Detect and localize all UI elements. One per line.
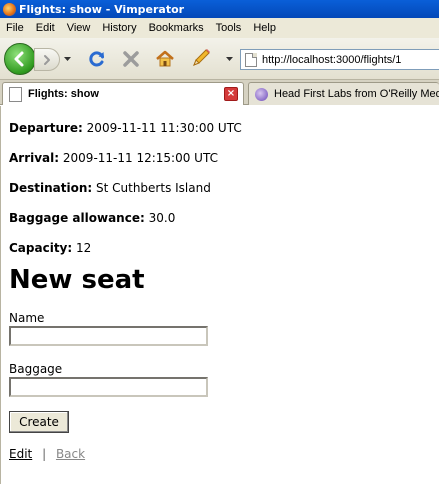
baggage-allowance-field: Baggage allowance: 30.0 [9, 211, 175, 225]
tab-label: Flights: show [28, 88, 99, 100]
back-button[interactable] [4, 43, 36, 75]
back-link[interactable]: Back [56, 447, 85, 461]
tab-flights-show[interactable]: Flights: show × [2, 82, 244, 105]
capacity-field: Capacity: 12 [9, 241, 91, 255]
page-icon [245, 52, 257, 67]
home-button[interactable] [154, 48, 176, 70]
arrival-field: Arrival: 2009-11-11 12:15:00 UTC [9, 151, 218, 165]
window-titlebar: Flights: show - Vimperator [0, 0, 439, 18]
create-button[interactable]: Create [9, 411, 69, 433]
page-icon [9, 86, 22, 102]
navigation-toolbar: http://localhost:3000/flights/1 [0, 38, 439, 80]
firefox-icon [3, 2, 16, 16]
destination-value: St Cuthberts Island [96, 181, 211, 195]
page-links: Edit | Back [9, 447, 85, 461]
history-dropdown-button[interactable] [62, 52, 72, 66]
menu-tools[interactable]: Tools [210, 22, 248, 34]
departure-label: Departure: [9, 121, 83, 135]
brain-icon [255, 87, 268, 101]
arrow-left-icon [14, 51, 24, 67]
baggage-allowance-label: Baggage allowance: [9, 211, 145, 225]
name-input[interactable] [9, 326, 208, 346]
arrow-right-icon [44, 54, 50, 65]
baggage-input[interactable] [9, 377, 208, 397]
forward-button[interactable] [34, 48, 60, 71]
tab-head-first-labs[interactable]: Head First Labs from O'Reilly Media [248, 82, 439, 105]
arrival-value: 2009-11-11 12:15:00 UTC [62, 151, 218, 165]
menu-history[interactable]: History [96, 22, 142, 34]
page-heading: New seat [9, 265, 145, 295]
stop-button[interactable] [120, 48, 142, 70]
destination-label: Destination: [9, 181, 93, 195]
page-content: Departure: 2009-11-11 11:30:00 UTC Arriv… [0, 106, 439, 484]
edit-pencil-button[interactable] [189, 46, 213, 70]
reload-button[interactable] [86, 48, 108, 70]
menu-view[interactable]: View [61, 22, 97, 34]
departure-field: Departure: 2009-11-11 11:30:00 UTC [9, 121, 242, 135]
arrival-label: Arrival: [9, 151, 60, 165]
edit-link[interactable]: Edit [9, 447, 32, 461]
capacity-label: Capacity: [9, 241, 73, 255]
tab-strip: Flights: show × Head First Labs from O'R… [0, 80, 439, 105]
menu-file[interactable]: File [0, 22, 30, 34]
chevron-down-icon [63, 56, 71, 61]
close-tab-icon[interactable]: × [224, 87, 238, 101]
link-separator: | [42, 447, 47, 461]
menu-edit[interactable]: Edit [30, 22, 61, 34]
reload-icon [89, 51, 104, 67]
departure-value: 2009-11-11 11:30:00 UTC [86, 121, 242, 135]
name-label: Name [9, 311, 45, 325]
window-title: Flights: show - Vimperator [19, 2, 185, 16]
menu-bar: File Edit View History Bookmarks Tools H… [0, 18, 439, 38]
baggage-allowance-value: 30.0 [148, 211, 176, 225]
chevron-down-icon [225, 56, 233, 61]
address-bar[interactable]: http://localhost:3000/flights/1 [240, 49, 439, 70]
capacity-value: 12 [76, 241, 92, 255]
home-icon [156, 50, 174, 67]
menu-help[interactable]: Help [247, 22, 282, 34]
pencil-icon [193, 49, 210, 66]
tab-label: Head First Labs from O'Reilly Media [274, 88, 439, 100]
baggage-label: Baggage [9, 362, 63, 376]
address-url[interactable]: http://localhost:3000/flights/1 [262, 54, 401, 66]
tools-dropdown-button[interactable] [224, 52, 234, 66]
stop-x-icon [123, 51, 139, 67]
destination-field: Destination: St Cuthberts Island [9, 181, 211, 195]
menu-bookmarks[interactable]: Bookmarks [143, 22, 210, 34]
